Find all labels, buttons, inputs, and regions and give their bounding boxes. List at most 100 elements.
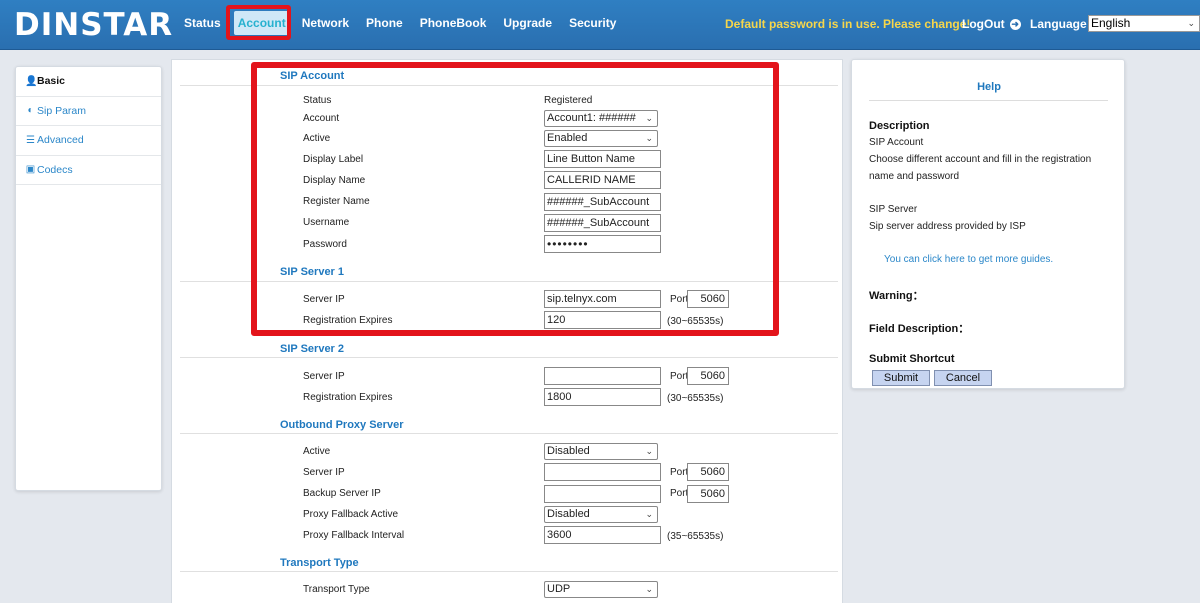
arrow-right-circle-icon: ➜ (1009, 18, 1021, 30)
password-input[interactable]: •••••••• (544, 235, 661, 253)
transport-type-label: Transport Type (303, 584, 370, 595)
section-title-transport: Transport Type (280, 557, 359, 569)
server1-ip-input[interactable]: sip.telnyx.com (544, 290, 661, 308)
backup-port-input[interactable]: 5060 (687, 485, 729, 503)
top-bar: DINSTAR Status Account Network Phone Pho… (0, 0, 1200, 50)
fallback-active-value: Disabled (547, 508, 590, 520)
server1-port-input[interactable]: 5060 (687, 290, 729, 308)
sidebar-item-label: Sip Param (37, 104, 87, 117)
chevron-down-icon: ⌄ (645, 446, 653, 456)
logout-label: LogOut (962, 17, 1005, 31)
proxy-active-select[interactable]: Disabled ⌄ (544, 443, 658, 460)
server2-expires-range: (30~65535s) (667, 393, 724, 404)
help-sip-account-text: Choose different account and fill in the… (869, 154, 1092, 182)
active-select[interactable]: Enabled ⌄ (544, 130, 658, 147)
server2-expires-label: Registration Expires (303, 392, 393, 403)
help-title: Help (977, 81, 1001, 93)
nav-phonebook[interactable]: PhoneBook (412, 10, 495, 36)
sidebar: 👤 Basic ◐ Sip Param ☰ Advanced ▣ Codecs (15, 66, 162, 491)
server2-ip-input[interactable] (544, 367, 661, 385)
nav-phone[interactable]: Phone (358, 10, 411, 36)
sidebar-item-basic[interactable]: 👤 Basic (16, 67, 161, 97)
section-title-sip-account: SIP Account (280, 70, 345, 82)
section-title-outbound-proxy: Outbound Proxy Server (280, 419, 404, 431)
proxy-port-input[interactable]: 5060 (687, 463, 729, 481)
section-title-sip-server-2: SIP Server 2 (280, 343, 345, 355)
language-select[interactable]: English ⌄ (1088, 15, 1200, 32)
account-label: Account (303, 113, 340, 124)
nav-upgrade[interactable]: Upgrade (495, 10, 560, 36)
cancel-button[interactable]: Cancel (934, 370, 992, 386)
chevron-down-icon: ⌄ (1187, 18, 1195, 28)
server1-port-label: Port (670, 294, 689, 305)
account-select[interactable]: Account1: ###### ⌄ (544, 110, 658, 127)
sidebar-item-codecs[interactable]: ▣ Codecs (16, 156, 161, 185)
username-input[interactable]: ######_SubAccount (544, 214, 661, 232)
fallback-interval-label: Proxy Fallback Interval (303, 530, 405, 541)
server1-expires-range: (30~65535s) (667, 316, 724, 327)
fallback-active-select[interactable]: Disabled ⌄ (544, 506, 658, 523)
server2-ip-label: Server IP (303, 371, 345, 382)
register-name-label: Register Name (303, 196, 370, 207)
brand-logo: DINSTAR (14, 7, 174, 43)
display-label-input[interactable]: Line Button Name (544, 150, 661, 168)
display-name-input[interactable]: CALLERID NAME (544, 171, 661, 189)
server2-port-input[interactable]: 5060 (687, 367, 729, 385)
divider (180, 85, 838, 86)
fallback-interval-input[interactable]: 3600 (544, 526, 661, 544)
help-sip-server-heading: SIP Server (869, 204, 918, 215)
submit-button[interactable]: Submit (872, 370, 930, 386)
register-name-input[interactable]: ######_SubAccount (544, 193, 661, 211)
nav-security[interactable]: Security (561, 10, 624, 36)
status-value: Registered (544, 95, 593, 106)
proxy-server-ip-input[interactable] (544, 463, 661, 481)
divider (180, 571, 838, 572)
account-select-value: Account1: ###### (547, 112, 636, 124)
chevron-down-icon: ⌄ (645, 113, 653, 123)
sidebar-item-advanced[interactable]: ☰ Advanced (16, 126, 161, 156)
help-guide-link[interactable]: You can click here to get more guides. (884, 254, 1053, 265)
backup-server-ip-input[interactable] (544, 485, 661, 503)
help-panel: Help Description SIP Account Choose diff… (851, 59, 1125, 389)
codecs-icon: ▣ (25, 164, 36, 176)
list-icon: ☰ (26, 134, 35, 146)
backup-port-label: Port (670, 488, 689, 499)
server2-expires-input[interactable]: 1800 (544, 388, 661, 406)
server2-port-label: Port (670, 371, 689, 382)
help-sip-server-text: Sip server address provided by ISP (869, 221, 1026, 232)
fallback-active-label: Proxy Fallback Active (303, 509, 399, 520)
divider (180, 281, 838, 282)
help-submit-shortcut-heading: Submit Shortcut (869, 353, 955, 365)
proxy-server-ip-label: Server IP (303, 467, 345, 478)
backup-server-ip-label: Backup Server IP (303, 488, 381, 499)
help-description-heading: Description (869, 120, 930, 132)
divider (869, 100, 1108, 101)
chevron-down-icon: ⌄ (645, 133, 653, 143)
proxy-port-label: Port (670, 467, 689, 478)
help-warning-heading: Warning： (869, 290, 924, 302)
sidebar-item-label: Advanced (37, 134, 84, 147)
transport-type-value: UDP (547, 583, 571, 595)
server1-expires-label: Registration Expires (303, 315, 393, 326)
settings-panel: SIP Account Status Registered Account Ac… (171, 59, 843, 603)
logout-link[interactable]: LogOut ➜ (962, 17, 1021, 31)
nav-status[interactable]: Status (176, 10, 229, 36)
language-label: Language (1030, 17, 1087, 31)
sidebar-item-label: Codecs (37, 163, 73, 176)
password-label: Password (303, 239, 347, 250)
active-label: Active (303, 133, 331, 144)
proxy-active-value: Disabled (547, 445, 590, 457)
sidebar-item-sip-param[interactable]: ◐ Sip Param (16, 97, 161, 126)
nav-network[interactable]: Network (294, 10, 357, 36)
display-name-label: Display Name (303, 175, 366, 186)
highlight-account-tab (226, 5, 291, 40)
user-icon: 👤 (25, 75, 38, 87)
proxy-active-label: Active (303, 446, 331, 457)
server1-expires-input[interactable]: 120 (544, 311, 661, 329)
half-circle-icon: ◐ (27, 105, 34, 117)
transport-type-select[interactable]: UDP ⌄ (544, 581, 658, 598)
divider (180, 357, 838, 358)
chevron-down-icon: ⌄ (645, 584, 653, 594)
help-sip-account-heading: SIP Account (869, 137, 924, 148)
divider (180, 433, 838, 434)
